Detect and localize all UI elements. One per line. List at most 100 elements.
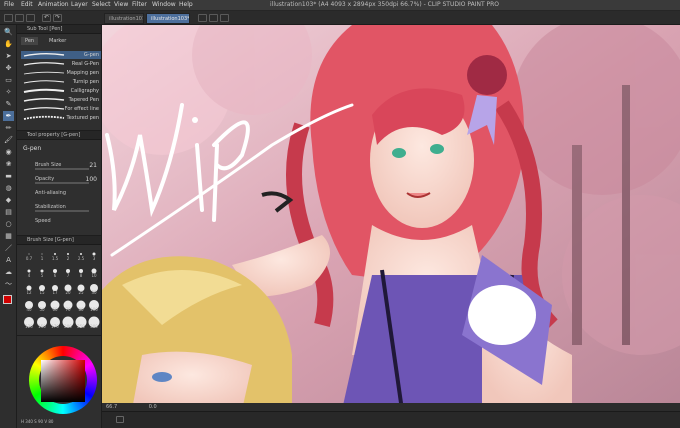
subtool-tab-marker[interactable]: Marker: [45, 37, 70, 45]
undo-icon[interactable]: ↶: [42, 14, 51, 22]
brush-item-calligraphy[interactable]: Calligraphy: [21, 87, 101, 95]
brush-size-slider[interactable]: [35, 168, 89, 170]
brush-size-preset[interactable]: 15: [36, 282, 48, 295]
menu-file[interactable]: File: [4, 1, 14, 9]
subtool-tab-pen[interactable]: Pen: [21, 37, 39, 45]
angle-readout[interactable]: 0.0: [149, 404, 157, 410]
transform-icon[interactable]: [209, 14, 218, 22]
brush-size-preset[interactable]: 250: [75, 316, 87, 329]
brush-stroke-preview: [23, 71, 65, 75]
prop-opacity[interactable]: Opacity 100: [21, 175, 99, 184]
menu-layer[interactable]: Layer: [71, 1, 88, 9]
prop-value[interactable]: 21: [89, 162, 97, 169]
brush-size-preset[interactable]: 100: [88, 299, 100, 312]
brush-size-preset[interactable]: 0.7: [23, 248, 35, 261]
stabilization-slider[interactable]: [35, 210, 89, 212]
brush-size-preset[interactable]: 5: [36, 265, 48, 278]
brush-size-preset[interactable]: 60: [49, 299, 61, 312]
menu-filter[interactable]: Filter: [132, 1, 147, 9]
brush-size-preset[interactable]: 170: [49, 316, 61, 329]
brush-size-preset[interactable]: 2.5: [75, 248, 87, 261]
zoom-tool-icon[interactable]: 🔍: [3, 27, 14, 37]
pen-tool-icon[interactable]: ✒: [3, 111, 14, 121]
brush-size-dot: [28, 253, 30, 255]
prop-anti-aliasing[interactable]: Anti-aliasing: [21, 189, 99, 198]
new-file-icon[interactable]: [4, 14, 13, 22]
balloon-icon[interactable]: ☁: [3, 267, 14, 277]
brush-size-preset[interactable]: 17: [49, 282, 61, 295]
zoom-readout[interactable]: 66.7: [106, 404, 117, 410]
brush-size-preset[interactable]: 40: [23, 299, 35, 312]
canvas-area[interactable]: [102, 25, 680, 410]
move-tool-icon[interactable]: ✋: [3, 39, 14, 49]
redo-icon[interactable]: ↷: [53, 14, 62, 22]
brush-size-label: 17: [52, 290, 58, 295]
brush-size-preset[interactable]: 1: [36, 248, 48, 261]
brush-size-preset[interactable]: 8: [75, 265, 87, 278]
navigator-icon[interactable]: [116, 416, 124, 423]
brush-size-preset[interactable]: 150: [36, 316, 48, 329]
prop-stabilization[interactable]: Stabilization: [21, 203, 99, 212]
menu-animation[interactable]: Animation: [38, 1, 69, 9]
tab-illustration103[interactable]: illustration103*: [146, 13, 190, 24]
menu-select[interactable]: Select: [92, 1, 111, 9]
saturation-value-box[interactable]: [41, 360, 85, 402]
brush-tool-icon[interactable]: 🖌: [3, 135, 14, 145]
gradient-icon[interactable]: ▤: [3, 207, 14, 217]
decoration-icon[interactable]: ❀: [3, 159, 14, 169]
brush-size-preset[interactable]: 7: [62, 265, 74, 278]
brush-size-preset[interactable]: 4: [23, 265, 35, 278]
brush-size-preset[interactable]: 3: [88, 248, 100, 261]
clear-icon[interactable]: [198, 14, 207, 22]
menu-window[interactable]: Window: [152, 1, 176, 9]
brush-size-preset[interactable]: 2: [62, 248, 74, 261]
prop-brush-size[interactable]: Brush Size 21: [21, 161, 99, 170]
eraser-icon[interactable]: ▬: [3, 171, 14, 181]
figure-icon[interactable]: ○: [3, 219, 14, 229]
brush-item-effect-line[interactable]: For effect line: [21, 105, 101, 113]
brush-size-preset[interactable]: 70: [62, 299, 74, 312]
brush-size-preset[interactable]: 1.5: [49, 248, 61, 261]
menu-edit[interactable]: Edit: [21, 1, 33, 9]
brush-item-tapered-pen[interactable]: Tapered Pen: [21, 96, 101, 104]
blend-icon[interactable]: ◍: [3, 183, 14, 193]
main-color-swatch[interactable]: [3, 295, 12, 304]
brush-size-preset[interactable]: 20: [62, 282, 74, 295]
open-file-icon[interactable]: [15, 14, 24, 22]
brush-item-g-pen[interactable]: G-pen: [21, 51, 101, 59]
menu-view[interactable]: View: [114, 1, 128, 9]
brush-size-preset[interactable]: 12: [23, 282, 35, 295]
correct-line-icon[interactable]: ～: [3, 279, 14, 289]
brush-size-preset[interactable]: 25: [75, 282, 87, 295]
brush-size-preset[interactable]: 120: [23, 316, 35, 329]
pencil-tool-icon[interactable]: ✏: [3, 123, 14, 133]
brush-size-preset[interactable]: 6: [49, 265, 61, 278]
operation-tool-icon[interactable]: ➤: [3, 51, 14, 61]
brush-size-label: 300: [90, 324, 98, 329]
opacity-slider[interactable]: [35, 182, 89, 184]
eyedropper-icon[interactable]: ✎: [3, 99, 14, 109]
save-icon[interactable]: [26, 14, 35, 22]
auto-select-icon[interactable]: ✧: [3, 87, 14, 97]
text-tool-icon[interactable]: A: [3, 255, 14, 265]
brush-item-turnip-pen[interactable]: Turnip pen: [21, 78, 101, 86]
brush-size-preset[interactable]: 300: [88, 316, 100, 329]
airbrush-icon[interactable]: ◉: [3, 147, 14, 157]
brush-size-preset[interactable]: 10: [88, 265, 100, 278]
brush-size-preset[interactable]: 30: [88, 282, 100, 295]
brush-size-preset[interactable]: 200: [62, 316, 74, 329]
fill-icon[interactable]: ◆: [3, 195, 14, 205]
brush-item-mapping-pen[interactable]: Mapping pen: [21, 69, 101, 77]
brush-item-real-g-pen[interactable]: Real G-Pen: [21, 60, 101, 68]
deselect-icon[interactable]: [220, 14, 229, 22]
ruler-icon[interactable]: ／: [3, 243, 14, 253]
brush-item-textured-pen[interactable]: Textured pen: [21, 114, 101, 122]
brush-size-preset[interactable]: 50: [36, 299, 48, 312]
menu-help[interactable]: Help: [179, 1, 193, 9]
move-layer-icon[interactable]: ✥: [3, 63, 14, 73]
tab-illustration101[interactable]: illustration101*: [104, 13, 144, 24]
frame-icon[interactable]: ▦: [3, 231, 14, 241]
brush-size-preset[interactable]: 80: [75, 299, 87, 312]
selection-tool-icon[interactable]: ▭: [3, 75, 14, 85]
prop-speed[interactable]: Speed: [21, 217, 99, 226]
